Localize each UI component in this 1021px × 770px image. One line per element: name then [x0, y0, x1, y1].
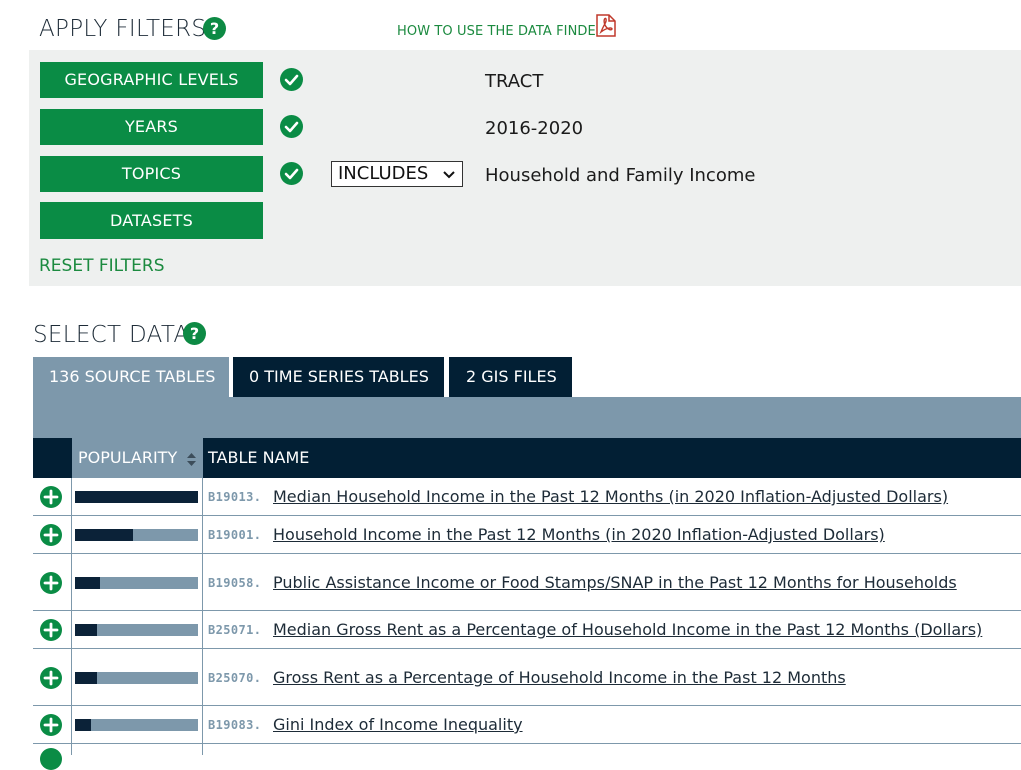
tab-gis-files[interactable]: 2 GIS FILES — [449, 357, 572, 397]
select-data-heading: SELECT DATA — [33, 322, 190, 348]
table-name-link[interactable]: Median Gross Rent as a Percentage of Hou… — [273, 620, 982, 639]
popularity-bar — [75, 577, 198, 589]
popularity-bar-fill — [75, 491, 198, 503]
popularity-bar — [75, 624, 198, 636]
check-icon — [280, 115, 303, 138]
popularity-bar-fill — [75, 719, 91, 731]
table-code: B19013. — [208, 490, 262, 504]
help-icon[interactable]: ? — [183, 322, 206, 345]
geographic-levels-button[interactable]: GEOGRAPHIC LEVELS — [40, 62, 263, 98]
add-icon[interactable] — [40, 572, 62, 594]
column-divider — [202, 438, 203, 478]
popularity-bar — [75, 672, 198, 684]
chevron-down-icon — [443, 171, 455, 179]
add-icon[interactable] — [40, 486, 62, 508]
tab-source-tables[interactable]: 136 SOURCE TABLES — [33, 357, 229, 397]
table-row: B19083. Gini Index of Income Inequality — [33, 706, 1021, 744]
add-icon[interactable] — [40, 667, 62, 689]
geographic-levels-value: TRACT — [485, 71, 544, 92]
help-icon[interactable]: ? — [203, 17, 226, 40]
apply-filters-heading: APPLY FILTERS — [39, 16, 207, 42]
table-row: B25070. Gross Rent as a Percentage of Hou… — [33, 649, 1021, 706]
pdf-icon[interactable] — [595, 14, 617, 37]
column-divider — [71, 478, 72, 755]
table-code: B19058. — [208, 576, 262, 590]
includes-select-value: INCLUDES — [338, 163, 429, 184]
popularity-header[interactable]: POPULARITY — [72, 438, 202, 478]
tab-content-bar — [33, 397, 1021, 438]
table-name-link[interactable]: Household Income in the Past 12 Months (… — [273, 525, 885, 544]
popularity-bar — [75, 529, 198, 541]
add-icon[interactable] — [40, 524, 62, 546]
years-button[interactable]: YEARS — [40, 109, 263, 145]
table-row: B19013. Median Household Income in the Pa… — [33, 478, 1021, 516]
tab-time-series-tables[interactable]: 0 TIME SERIES TABLES — [233, 357, 444, 397]
table-code: B25070. — [208, 671, 262, 685]
topics-button[interactable]: TOPICS — [40, 156, 263, 192]
reset-filters-link[interactable]: RESET FILTERS — [39, 256, 165, 276]
popularity-bar-fill — [75, 624, 97, 636]
how-to-link[interactable]: HOW TO USE THE DATA FINDER — [397, 24, 605, 39]
popularity-bar — [75, 491, 198, 503]
add-icon[interactable] — [40, 714, 62, 736]
table-name-link[interactable]: Gross Rent as a Percentage of Household … — [273, 668, 846, 687]
table-code: B25071. — [208, 623, 262, 637]
includes-select[interactable]: INCLUDES — [331, 161, 463, 187]
table-row: B19001. Household Income in the Past 12 M… — [33, 516, 1021, 554]
table-name-header: TABLE NAME — [208, 448, 310, 467]
popularity-header-label: POPULARITY — [78, 448, 178, 467]
column-divider — [202, 478, 203, 755]
check-icon — [280, 68, 303, 91]
popularity-bar-fill — [75, 577, 100, 589]
datasets-button[interactable]: DATASETS — [40, 202, 263, 239]
sort-icon[interactable] — [186, 452, 197, 468]
table-name-link[interactable]: Median Household Income in the Past 12 M… — [273, 487, 948, 506]
popularity-bar-fill — [75, 529, 133, 541]
add-icon[interactable] — [40, 748, 62, 770]
table-row: B19058. Public Assistance Income or Food … — [33, 554, 1021, 611]
table-code: B19001. — [208, 528, 262, 542]
add-icon[interactable] — [40, 619, 62, 641]
years-value: 2016-2020 — [485, 118, 584, 139]
check-icon — [280, 162, 303, 185]
table-code: B19083. — [208, 718, 262, 732]
table-row: B25071. Median Gross Rent as a Percentage… — [33, 611, 1021, 649]
table-name-link[interactable]: Public Assistance Income or Food Stamps/… — [273, 573, 957, 592]
topics-value: Household and Family Income — [485, 165, 756, 186]
popularity-bar-fill — [75, 672, 97, 684]
popularity-bar — [75, 719, 198, 731]
table-name-link[interactable]: Gini Index of Income Inequality — [273, 715, 523, 734]
